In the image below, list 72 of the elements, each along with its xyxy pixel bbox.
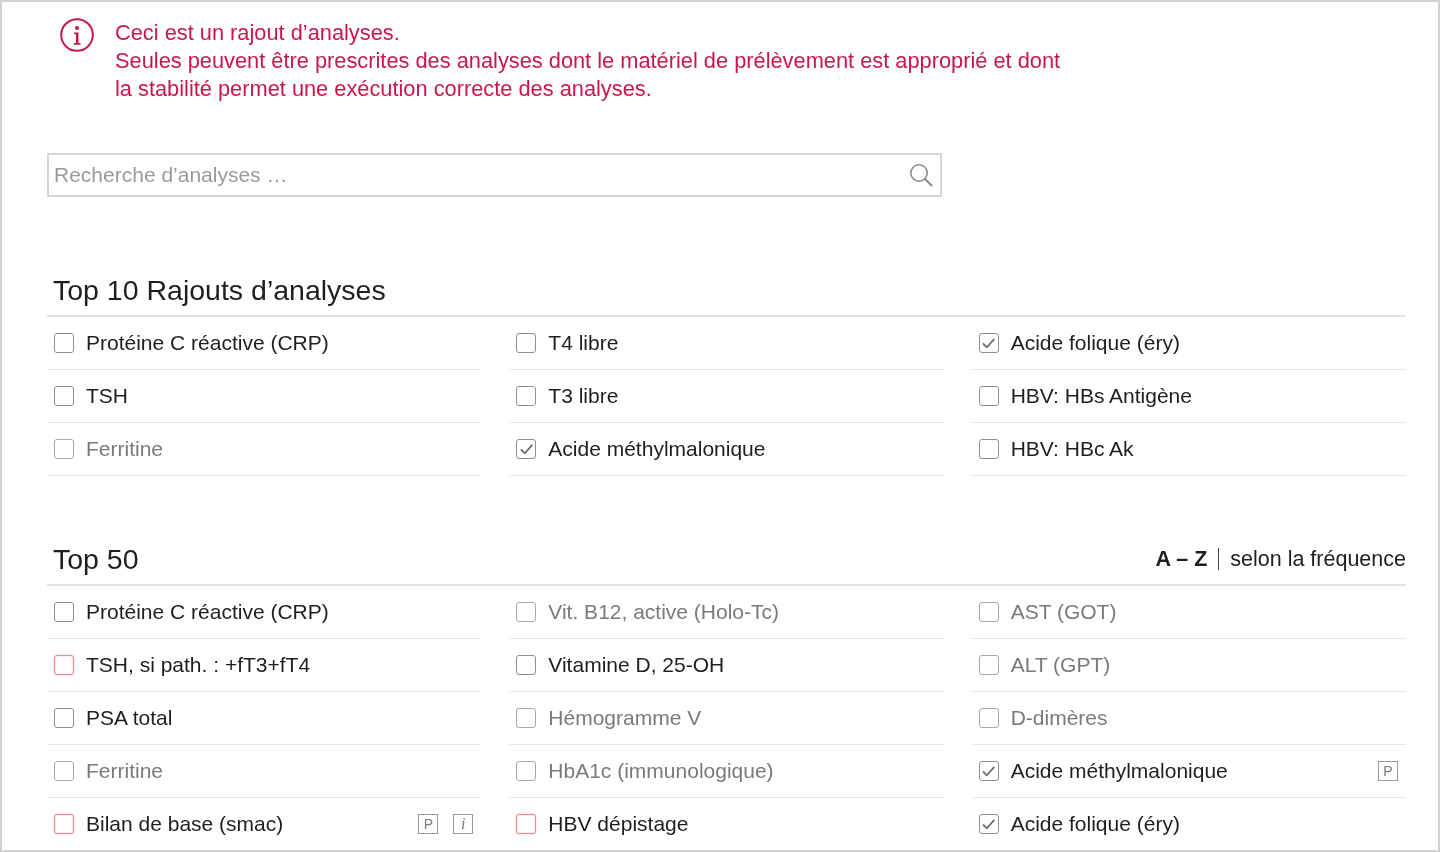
analysis-row[interactable]: TSH, si path. : +fT3+fT4 (47, 639, 482, 692)
item-tag[interactable]: i (453, 814, 474, 834)
analysis-label: Ferritine (86, 437, 164, 461)
analysis-label: HBV dépistage (548, 812, 689, 836)
checkbox[interactable] (516, 439, 537, 459)
analysis-label: ALT (GPT) (1010, 653, 1111, 677)
checkbox[interactable] (978, 333, 999, 353)
checkbox[interactable] (978, 439, 999, 459)
checkbox[interactable] (516, 386, 537, 406)
analysis-label: HbA1c (immunologique) (548, 759, 774, 783)
analysis-label: PSA total (86, 706, 173, 730)
analysis-label: Vitamine D, 25-OH (548, 653, 725, 677)
analysis-row[interactable]: PSA total (47, 692, 482, 745)
analysis-label: TSH (86, 384, 128, 408)
notice-title: Ceci est un rajout d’analyses. (115, 19, 401, 47)
analysis-row[interactable]: T4 libre (509, 317, 944, 370)
analysis-row[interactable]: Vitamine D, 25-OH (509, 639, 944, 692)
sort-option[interactable]: A – Z (1155, 546, 1208, 572)
analysis-label: Protéine C réactive (CRP) (86, 331, 329, 355)
checkbox[interactable] (978, 814, 999, 834)
checkmark-icon (519, 443, 534, 455)
analysis-row[interactable]: HBV dépistage (509, 798, 944, 850)
checkmark-icon (981, 765, 996, 777)
item-tag[interactable]: P (418, 814, 439, 834)
analysis-row[interactable]: Protéine C réactive (CRP) (47, 317, 482, 370)
analysis-row[interactable]: T3 libre (509, 370, 944, 423)
analysis-label: Acide méthylmalonique (548, 437, 766, 461)
search-icon[interactable] (909, 163, 933, 187)
search-field[interactable]: Recherche d’analyses … (47, 153, 942, 197)
analysis-row[interactable]: TSH (47, 370, 482, 423)
checkbox[interactable] (54, 814, 74, 834)
analysis-row[interactable]: Bilan de base (smac) P i (47, 798, 482, 850)
analysis-row[interactable]: Acide méthylmalonique (509, 423, 944, 476)
checkbox[interactable] (54, 333, 74, 353)
analysis-label: D-dimères (1010, 706, 1108, 730)
analysis-label: T3 libre (548, 384, 619, 408)
checkbox[interactable] (978, 386, 999, 406)
analysis-label: AST (GOT) (1010, 600, 1117, 624)
checkmark-icon (981, 818, 996, 830)
analysis-row[interactable]: Acide folique (éry) (971, 798, 1406, 850)
checkbox[interactable] (54, 655, 74, 675)
analysis-label: Protéine C réactive (CRP) (86, 600, 329, 624)
analysis-label: HBV: HBs Antigène (1010, 384, 1192, 408)
notice-message: Seules peuvent être prescrites des analyses dont le matériel de prélèvement est approprié et dont la stabilité permet une exécution correcte des analyses. (115, 47, 1062, 103)
analysis-label: Ferritine (86, 759, 164, 783)
checkbox[interactable] (54, 602, 74, 622)
analysis-label: Bilan de base (smac) (86, 812, 284, 836)
checkmark-icon (981, 337, 996, 349)
item-tag[interactable]: P (1378, 761, 1398, 781)
analysis-label: Acide folique (éry) (1010, 812, 1180, 836)
section-title: Top 10 Rajouts d’analyses (53, 273, 386, 307)
analysis-label: Acide méthylmalonique (1010, 759, 1228, 783)
checkbox[interactable] (516, 333, 537, 353)
section-title: Top 50 (53, 542, 139, 576)
analysis-row[interactable]: HBV: HBc Ak (971, 423, 1406, 476)
info-icon (60, 18, 94, 52)
analysis-row[interactable]: Acide méthylmalonique P (971, 745, 1406, 798)
analysis-label: Acide folique (éry) (1010, 331, 1180, 355)
checkbox[interactable] (54, 386, 74, 406)
sort-option[interactable]: selon la fréquence (1230, 546, 1406, 572)
checkbox[interactable] (978, 761, 999, 781)
checkbox[interactable] (516, 814, 537, 834)
analysis-row[interactable]: Acide folique (éry) (971, 317, 1406, 370)
analysis-label: Vit. B12, active (Holo-Tc) (548, 600, 780, 624)
analysis-row[interactable]: Protéine C réactive (CRP) (47, 586, 482, 639)
checkbox[interactable] (516, 655, 537, 675)
analysis-label: HBV: HBc Ak (1010, 437, 1134, 461)
checkbox[interactable] (54, 708, 74, 728)
analysis-label: T4 libre (548, 331, 619, 355)
analysis-label: TSH, si path. : +fT3+fT4 (86, 653, 311, 677)
analysis-row[interactable]: HBV: HBs Antigène (971, 370, 1406, 423)
analysis-label: Hémogramme V (548, 706, 702, 730)
